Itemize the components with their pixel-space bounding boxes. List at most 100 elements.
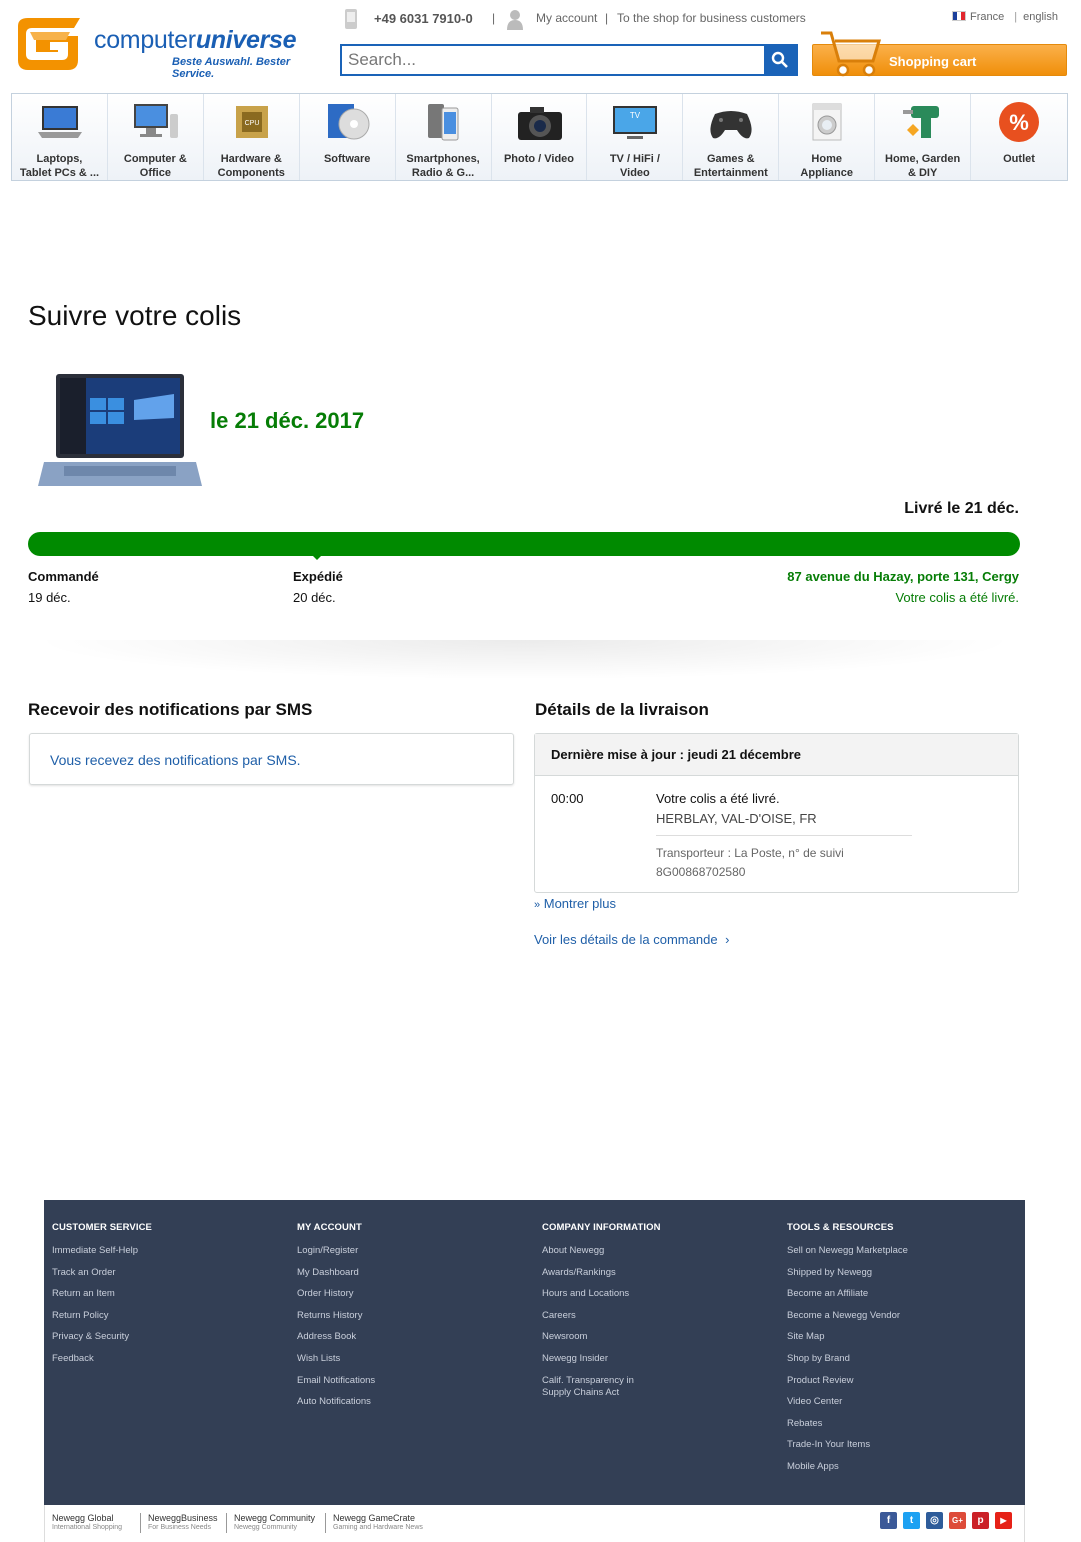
cart-label: Shopping cart <box>889 54 977 69</box>
footer-link[interactable]: Return Policy <box>52 1310 152 1322</box>
footer-column-title: COMPANY INFORMATION <box>542 1222 661 1233</box>
footer-link[interactable]: Video Center <box>787 1396 908 1408</box>
search-input[interactable] <box>342 46 764 74</box>
search-icon <box>771 51 788 68</box>
footer-link[interactable]: Shipped by Newegg <box>787 1267 908 1279</box>
footer-link[interactable]: Return an Item <box>52 1288 152 1300</box>
business-shop-link[interactable]: To the shop for business customers <box>617 11 806 25</box>
category-smartphones[interactable]: Smartphones, Radio & G... <box>396 94 492 180</box>
footer-link[interactable]: My Dashboard <box>297 1267 375 1279</box>
logo-wordmark: computeruniverse <box>94 26 297 54</box>
footer-link[interactable]: Returns History <box>297 1310 375 1322</box>
step-ordered: Commandé 19 déc. <box>28 569 99 605</box>
brand-newegg-global[interactable]: Newegg Global International Shopping <box>52 1513 122 1533</box>
footer-link[interactable]: Sell on Newegg Marketplace <box>787 1245 908 1257</box>
logo-tagline: Beste Auswahl. Bester Service. <box>172 56 291 80</box>
footer-link[interactable]: Awards/Rankings <box>542 1267 661 1279</box>
show-more-link[interactable]: » Montrer plus <box>534 896 616 911</box>
youtube-icon[interactable]: ▶ <box>995 1512 1012 1529</box>
category-label: Outlet <box>1003 153 1035 165</box>
footer-link[interactable]: Wish Lists <box>297 1353 375 1365</box>
france-flag-icon <box>952 11 966 21</box>
category-hardware[interactable]: CPU Hardware & Components <box>204 94 300 180</box>
instagram-icon[interactable]: ◎ <box>926 1512 943 1529</box>
cpu-icon: CPU <box>235 106 268 138</box>
event-time: 00:00 <box>551 791 584 806</box>
footer-link[interactable]: About Newegg <box>542 1245 661 1257</box>
sms-status-link[interactable]: Vous recevez des notifications par SMS. <box>50 752 301 768</box>
category-computer-office[interactable]: Computer & Office <box>108 94 204 180</box>
footer-link[interactable]: Trade-In Your Items <box>787 1439 908 1451</box>
pinterest-icon[interactable]: p <box>972 1512 989 1529</box>
delivery-status: Livré le 21 déc. <box>904 500 1019 517</box>
category-nav: Laptops, Tablet PCs & ... Computer & Offic… <box>11 93 1068 181</box>
search-bar <box>340 44 798 76</box>
svg-text:CPU: CPU <box>244 120 259 127</box>
footer-link[interactable]: Feedback <box>52 1353 152 1365</box>
footer-link[interactable]: Order History <box>297 1288 375 1300</box>
footer-link[interactable]: Mobile Apps <box>787 1461 908 1473</box>
twitter-icon[interactable]: t <box>903 1512 920 1529</box>
category-games[interactable]: Games & Entertainment <box>683 94 780 180</box>
footer-link[interactable]: Track an Order <box>52 1267 152 1279</box>
brand-newegg-community[interactable]: Newegg Community Newegg Community <box>226 1513 315 1533</box>
footer-link[interactable]: Hours and Locations <box>542 1288 661 1300</box>
footer-link[interactable]: Newegg Insider <box>542 1353 661 1365</box>
footer-link[interactable]: Site Map <box>787 1331 908 1343</box>
progress-marker <box>311 554 323 560</box>
footer-link[interactable]: Become an Affiliate <box>787 1288 908 1300</box>
category-outlet[interactable]: % Outlet <box>971 94 1067 180</box>
separator: | <box>605 11 609 25</box>
sms-section-title: Recevoir des notifications par SMS <box>28 700 313 719</box>
footer-link[interactable]: Privacy & Security <box>52 1331 152 1343</box>
step-delivered: 87 avenue du Hazay, porte 131, Cergy Votr… <box>787 569 1019 605</box>
svg-text:TV: TV <box>630 111 641 120</box>
footer-link[interactable]: Calif. Transparency in Supply Chains Act <box>542 1375 642 1399</box>
category-label: Hardware & Components <box>217 153 285 179</box>
footer-link[interactable]: Email Notifications <box>297 1375 375 1387</box>
footer-link[interactable]: Rebates <box>787 1418 908 1430</box>
locale-selector: France | english <box>952 11 1058 23</box>
search-button[interactable] <box>764 46 796 74</box>
page-title: Suivre votre colis <box>28 300 242 331</box>
last-update: Dernière mise à jour : jeudi 21 décembre <box>551 747 801 762</box>
site-logo[interactable]: computeruniverse Beste Auswahl. Bester S… <box>10 14 320 80</box>
tv-icon: TV <box>613 106 658 139</box>
brand-newegg-business[interactable]: NeweggBusiness For Business Needs <box>140 1513 218 1533</box>
my-account-link[interactable]: My account <box>536 11 597 25</box>
country-link[interactable]: France <box>970 11 1004 23</box>
smartphone-icon <box>427 104 459 141</box>
footer-link[interactable]: Immediate Self-Help <box>52 1245 152 1257</box>
footer-link[interactable]: Newsroom <box>542 1331 661 1343</box>
category-label: Software <box>323 153 371 165</box>
gamepad-icon <box>710 111 752 139</box>
delivery-date: le 21 déc. 2017 <box>210 408 365 433</box>
footer-link[interactable]: Shop by Brand <box>787 1353 908 1365</box>
social-links: f t ◎ G+ p ▶ <box>880 1512 1012 1529</box>
category-software[interactable]: Software <box>300 94 396 180</box>
camera-icon <box>517 107 562 140</box>
facebook-icon[interactable]: f <box>880 1512 897 1529</box>
brand-newegg-gamecrate[interactable]: Newegg GameCrate Gaming and Hardware News <box>325 1513 423 1533</box>
category-tv-hifi[interactable]: TV TV / HiFi / Video <box>587 94 684 180</box>
site-footer: CUSTOMER SERVICE Immediate Self-Help Tra… <box>44 1200 1025 1505</box>
footer-link[interactable]: Product Review <box>787 1375 908 1387</box>
category-photo-video[interactable]: Photo / Video <box>492 94 588 180</box>
footer-link[interactable]: Login/Register <box>297 1245 375 1257</box>
category-home-appliance[interactable]: Home Appliance <box>779 94 876 180</box>
footer-link[interactable]: Auto Notifications <box>297 1396 375 1408</box>
category-laptops[interactable]: Laptops, Tablet PCs & ... <box>12 94 108 180</box>
tracking-progress-bar <box>28 532 1020 556</box>
software-icon <box>327 104 370 140</box>
category-label: Home Appliance <box>800 153 853 179</box>
order-details-link[interactable]: Voir les détails de la commande › <box>534 932 730 947</box>
shopping-cart-button[interactable]: Shopping cart <box>812 31 1067 77</box>
category-home-garden[interactable]: Home, Garden & DIY <box>875 94 972 180</box>
footer-link[interactable]: Become a Newegg Vendor <box>787 1310 908 1322</box>
googleplus-icon[interactable]: G+ <box>949 1512 966 1529</box>
footer-link[interactable]: Careers <box>542 1310 661 1322</box>
percent-icon: % <box>999 102 1040 142</box>
footer-link[interactable]: Address Book <box>297 1331 375 1343</box>
footer-column-title: CUSTOMER SERVICE <box>52 1222 152 1233</box>
language-link[interactable]: english <box>1023 11 1058 23</box>
